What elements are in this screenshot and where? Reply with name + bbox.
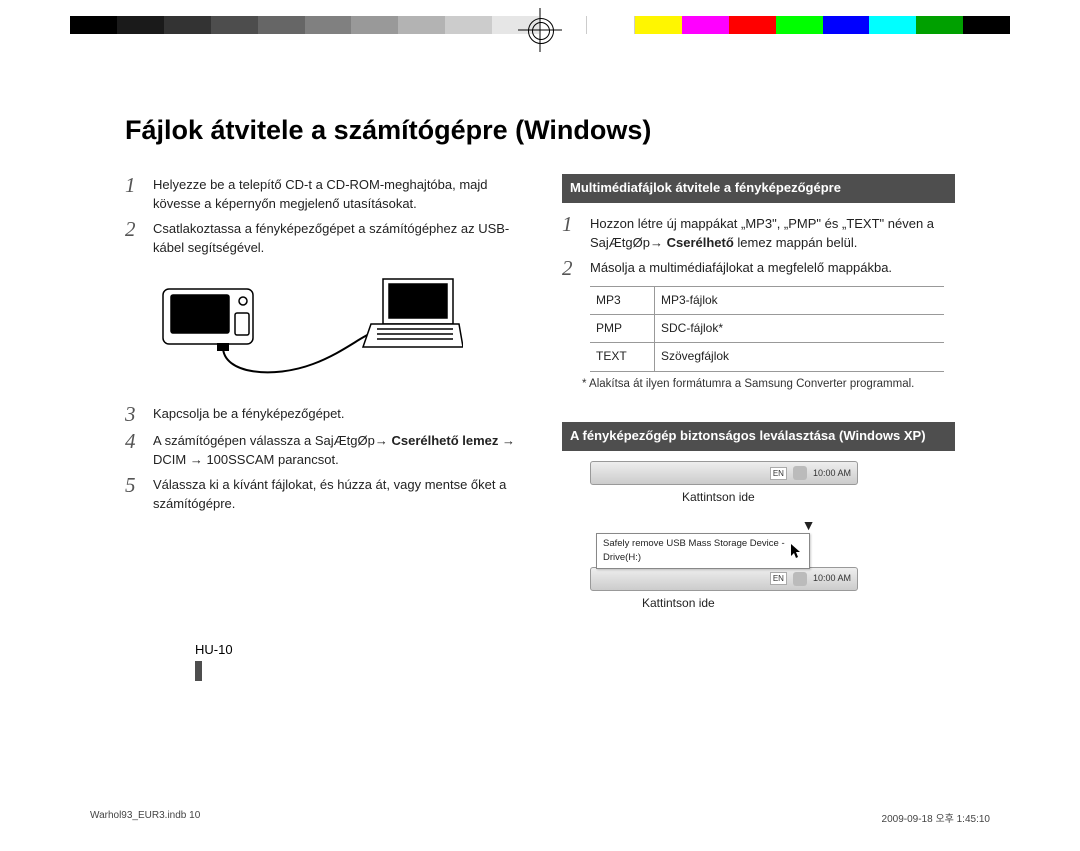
- cursor-icon: [791, 544, 803, 560]
- tray-time: 10:00 AM: [813, 572, 851, 585]
- step-1: 1 Helyezze be a telepítő CD-t a CD-ROM-m…: [125, 174, 518, 214]
- step-number: 1: [125, 174, 153, 214]
- tray-icon: [793, 466, 807, 480]
- page-number: HU-10: [195, 642, 955, 681]
- step-text: Válassza ki a kívánt fájlokat, és húzza …: [153, 474, 518, 514]
- cell: SDC-fájlok*: [655, 315, 944, 342]
- step-number: 4: [125, 430, 153, 470]
- page-number-bar: [195, 661, 202, 681]
- step-text: Másolja a multimédiafájlokat a megfelelő…: [590, 257, 955, 280]
- table-footnote: * Alakítsa át ilyen formátumra a Samsung…: [582, 376, 955, 393]
- system-tray: EN 10:00 AM: [590, 567, 858, 591]
- language-indicator: EN: [770, 467, 787, 481]
- text-bold: Cserélhető: [667, 235, 734, 250]
- print-footer: Warhol93_EUR3.indb 10 2009-09-18 오후 1:45…: [90, 810, 990, 825]
- cell: PMP: [590, 315, 655, 342]
- print-crop-top: [0, 0, 1080, 60]
- step-4: 4 A számítógépen válassza a SajÆtgØp→ Cs…: [125, 430, 518, 470]
- system-tray: EN 10:00 AM: [590, 461, 858, 485]
- step-2: 2 Csatlakoztassa a fényképezőgépet a szá…: [125, 218, 518, 258]
- safely-remove-popup: Safely remove USB Mass Storage Device - …: [596, 533, 810, 569]
- step-text: Kapcsolja be a fényképezőgépet.: [153, 403, 518, 426]
- arrow-down-icon: ▼: [662, 515, 955, 535]
- text: lemez mappán belül.: [734, 235, 858, 250]
- registration-mark: [522, 12, 558, 48]
- taskbar-illustration-1: EN 10:00 AM: [590, 461, 955, 485]
- page-title: Fájlok átvitele a számítógépre (Windows): [125, 115, 955, 146]
- camera-laptop-diagram: [153, 269, 463, 389]
- caption-click-here: Kattintson ide: [642, 595, 955, 612]
- caption-click-here: Kattintson ide: [682, 489, 955, 506]
- step-number: 1: [562, 213, 590, 253]
- step-text: Helyezze be a telepítő CD-t a CD-ROM-meg…: [153, 174, 518, 214]
- left-column: 1 Helyezze be a telepítő CD-t a CD-ROM-m…: [125, 174, 518, 620]
- page-number-text: HU-10: [195, 642, 233, 657]
- step-5: 5 Válassza ki a kívánt fájlokat, és húzz…: [125, 474, 518, 514]
- text-bold: Cserélhető lemez: [391, 433, 498, 448]
- tray-time: 10:00 AM: [813, 467, 851, 480]
- step-number: 2: [562, 257, 590, 280]
- table-row: MP3 MP3-fájlok: [590, 287, 944, 315]
- popup-text: Safely remove USB Mass Storage Device - …: [603, 538, 785, 563]
- file-type-table: MP3 MP3-fájlok PMP SDC-fájlok* TEXT Szöv…: [590, 286, 944, 372]
- table-row: PMP SDC-fájlok*: [590, 315, 944, 343]
- section-header-multimedia: Multimédiafájlok átvitele a fényképezőgé…: [562, 174, 955, 203]
- section-header-disconnect: A fényképezőgép biztonságos leválasztása…: [562, 422, 955, 451]
- step-number: 3: [125, 403, 153, 426]
- step-text: Csatlakoztassa a fényképezőgépet a számí…: [153, 218, 518, 258]
- text: A számítógépen válassza a SajÆtgØp→: [153, 433, 391, 448]
- r-step-2: 2 Másolja a multimédiafájlokat a megfele…: [562, 257, 955, 280]
- tray-icon: [793, 572, 807, 586]
- cell: MP3-fájlok: [655, 287, 944, 314]
- step-number: 2: [125, 218, 153, 258]
- right-column: Multimédiafájlok átvitele a fényképezőgé…: [562, 174, 955, 620]
- step-number: 5: [125, 474, 153, 514]
- cell: TEXT: [590, 343, 655, 370]
- cell: MP3: [590, 287, 655, 314]
- footer-date: 2009-09-18 오후 1:45:10: [882, 810, 990, 825]
- page-content: Fájlok átvitele a számítógépre (Windows)…: [125, 115, 955, 681]
- step-text: A számítógépen válassza a SajÆtgØp→ Cser…: [153, 430, 518, 470]
- table-row: TEXT Szövegfájlok: [590, 343, 944, 371]
- cell: Szövegfájlok: [655, 343, 944, 370]
- r-step-1: 1 Hozzon létre új mappákat „MP3", „PMP" …: [562, 213, 955, 253]
- language-indicator: EN: [770, 572, 787, 586]
- taskbar-illustration-2: Safely remove USB Mass Storage Device - …: [590, 533, 955, 591]
- step-text: Hozzon létre új mappákat „MP3", „PMP" és…: [590, 213, 955, 253]
- step-3: 3 Kapcsolja be a fényképezőgépet.: [125, 403, 518, 426]
- footer-file: Warhol93_EUR3.indb 10: [90, 810, 200, 825]
